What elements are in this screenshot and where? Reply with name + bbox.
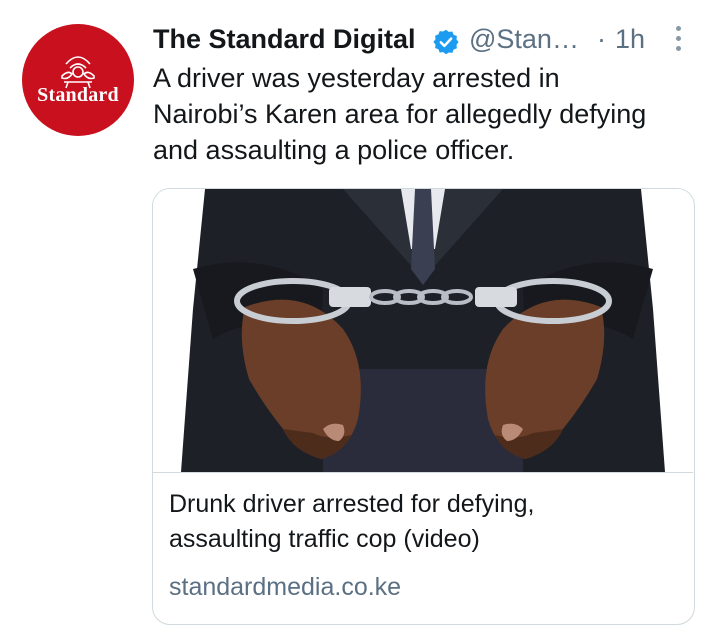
standard-crest-logo-icon <box>61 56 95 89</box>
more-vertical-icon[interactable] <box>671 26 685 58</box>
card-title-line: Drunk driver arrested for defying, <box>169 490 535 518</box>
tweet-text-line: and assaulting a police officer. <box>153 135 515 165</box>
tweet[interactable]: Standard The Standard Digital @Stan… · 1… <box>0 0 720 640</box>
author-name[interactable]: The Standard Digital <box>153 24 416 55</box>
tweet-text-line: A driver was yesterday arrested in <box>153 63 560 93</box>
card-domain[interactable]: standardmedia.co.ke <box>169 573 401 602</box>
avatar[interactable]: Standard <box>22 24 134 136</box>
author-handle[interactable]: @Stan… <box>469 24 579 55</box>
card-title-line: assaulting traffic cop (video) <box>169 525 480 553</box>
card-title[interactable]: Drunk driver arrested for defying, assau… <box>169 487 679 557</box>
avatar-brand-text: Standard <box>37 84 119 106</box>
tweet-header: The Standard Digital @Stan… · 1h <box>153 22 698 62</box>
tweet-timestamp[interactable]: 1h <box>615 24 645 55</box>
handcuffed-hands-photo[interactable] <box>153 189 693 473</box>
tweet-text-line: Nairobi’s Karen area for allegedly defyi… <box>153 99 647 129</box>
link-preview-card[interactable]: Drunk driver arrested for defying, assau… <box>152 188 695 625</box>
separator-dot: · <box>597 24 606 54</box>
tweet-text: A driver was yesterday arrested in Nairo… <box>153 60 703 168</box>
verified-badge-icon <box>433 29 459 55</box>
